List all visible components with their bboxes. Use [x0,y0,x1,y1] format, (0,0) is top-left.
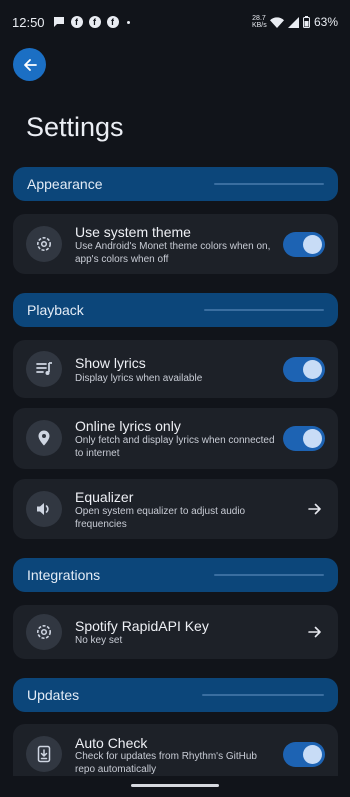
setting-subtitle: Display lyrics when available [75,373,203,384]
network-speed-unit: KB/s [251,22,267,29]
setting-subtitle: Only fetch and display lyrics when conne… [75,435,275,459]
chat-notification-icon [53,16,65,28]
setting-title: Online lyrics only [75,418,181,434]
setting-title: Equalizer [75,489,134,505]
section-divider [214,574,324,576]
facebook-notification-icon: f [88,16,101,28]
status-left: 12:50 f f f [12,15,130,30]
setting-title: Show lyrics [75,355,146,371]
network-speed-value: 28.7 [252,15,266,22]
battery-percentage: 63% [313,15,338,29]
setting-subtitle: No key set [75,635,123,646]
section-header-playback: Playback [13,293,338,327]
setting-subtitle: Check for updates from Rhythm's GitHub r… [75,751,257,775]
wifi-icon [269,16,284,28]
page-title: Settings [26,112,124,142]
download-icon [26,736,62,772]
gesture-home-bar[interactable] [131,784,219,787]
battery-icon [302,16,310,28]
section-divider [214,183,324,185]
back-button[interactable] [13,48,46,81]
setting-subtitle: Open system equalizer to adjust audio fr… [75,506,246,530]
setting-subtitle: Use Android's Monet theme colors when on… [75,241,271,265]
setting-title: Auto Check [75,735,148,751]
system-theme-toggle[interactable] [283,232,325,257]
arrow-right-icon [308,503,321,515]
setting-equalizer[interactable]: Equalizer Open system equalizer to adjus… [13,479,338,539]
toggle-knob [303,745,322,764]
section-title: Appearance [27,176,103,192]
status-bar: 12:50 f f f 28.7 KB/s 63% [0,0,350,44]
setting-spotify-rapidapi-key[interactable]: Spotify RapidAPI Key No key set [13,605,338,659]
setting-online-lyrics-only[interactable]: Online lyrics only Only fetch and displa… [13,408,338,469]
gear-icon [26,226,62,262]
facebook-notification-icon: f [106,16,119,28]
speaker-icon [26,491,62,527]
section-title: Playback [27,302,84,318]
arrow-left-icon [23,58,37,71]
status-right: 28.7 KB/s 63% [252,15,338,29]
section-title: Integrations [27,567,101,583]
arrow-right-icon [308,626,321,638]
section-header-updates: Updates [13,678,338,712]
section-title: Updates [27,687,80,703]
facebook-notification-icon: f [70,16,83,28]
setting-show-lyrics[interactable]: Show lyrics Display lyrics when availabl… [13,340,338,398]
section-divider [202,694,324,696]
more-notifications-dot-icon [126,20,130,24]
section-header-integrations: Integrations [13,558,338,592]
online-lyrics-toggle[interactable] [283,426,325,451]
network-speed: 28.7 KB/s [251,15,267,29]
toggle-knob [303,235,322,254]
status-time: 12:50 [12,14,45,30]
section-divider [204,309,324,311]
setting-title: Spotify RapidAPI Key [75,618,209,634]
location-pin-icon [26,420,62,456]
section-header-appearance: Appearance [13,167,338,201]
show-lyrics-toggle[interactable] [283,357,325,382]
setting-use-system-theme[interactable]: Use system theme Use Android's Monet the… [13,214,338,274]
auto-check-toggle[interactable] [283,742,325,767]
setting-title: Use system theme [75,224,191,240]
gear-icon [26,614,62,650]
lyrics-icon [26,351,62,387]
toggle-knob [303,360,322,379]
setting-auto-check[interactable]: Auto Check Check for updates from Rhythm… [13,724,338,776]
signal-icon [287,16,299,28]
toggle-knob [303,429,322,448]
